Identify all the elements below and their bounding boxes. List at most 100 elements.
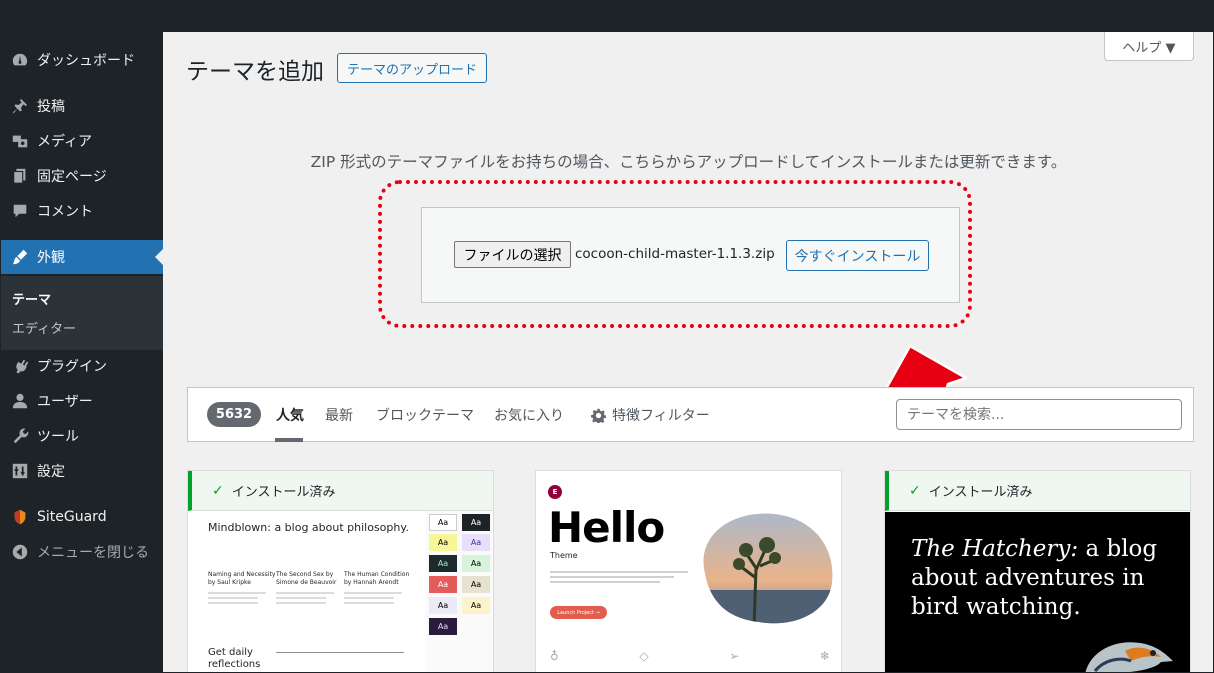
theme-preview-title: The Hatchery: a blog about adventures in… (911, 535, 1181, 621)
preview-footer-line: reflections (208, 659, 261, 670)
preview-column: The Human Condition by Hannah Arendt (344, 571, 409, 604)
installed-notice: ✓ インストール済み (885, 471, 1190, 511)
preview-feature-icons: ♁ ◇ ➢ ❄ (550, 649, 830, 663)
sidebar-item-label: 設定 (37, 464, 65, 480)
feature-filter-button[interactable]: 特徴フィルター (591, 405, 710, 425)
sidebar-item-comments[interactable]: コメント (0, 194, 163, 228)
upload-help-text: ZIP 形式のテーマファイルをお持ちの場合、こちらからアップロードしてインストー… (310, 153, 1067, 171)
settings-icon (10, 461, 30, 481)
sidebar-item-users[interactable]: ユーザー (0, 384, 163, 418)
plugin-icon (10, 356, 30, 376)
collapse-menu-button[interactable]: メニューを閉じる (0, 535, 163, 569)
siteguard-icon (10, 507, 30, 527)
sidebar-item-label: ツール (37, 429, 79, 445)
gear-icon (591, 408, 606, 423)
sidebar-item-label: SiteGuard (37, 509, 107, 525)
preview-landscape-image (703, 513, 833, 624)
preview-column: Naming and Necessity by Saul Kripke (208, 571, 275, 604)
theme-count-badge: 5632 (207, 402, 261, 427)
sidebar-item-label: ユーザー (37, 394, 93, 410)
pin-icon (10, 96, 30, 116)
check-icon: ✓ (909, 482, 921, 499)
sidebar-item-posts[interactable]: 投稿 (0, 89, 163, 123)
sidebar-item-label: メニューを閉じる (37, 545, 149, 561)
theme-card[interactable]: E Hello Theme Launch Project → ♁ ◇ ➢ ❄ (535, 470, 842, 673)
check-icon: ✓ (212, 482, 224, 499)
comment-icon (10, 201, 30, 221)
style-swatch: Aa (462, 597, 490, 614)
annotation-dotted-outline (378, 180, 972, 328)
preview-column-line: The Second Sex by (276, 571, 334, 578)
style-swatch: Aa (462, 534, 490, 551)
sidebar-item-pages[interactable]: 固定ページ (0, 159, 163, 193)
preview-column-line: Naming and Necessity (208, 571, 276, 578)
preview-column-line: by Saul Kripke (208, 578, 251, 586)
user-icon (10, 391, 30, 411)
theme-card[interactable]: ✓ インストール済み The Hatchery: a blog about ad… (884, 470, 1191, 673)
tab-block-themes[interactable]: ブロックテーマ (376, 405, 474, 425)
submenu-item-editor[interactable]: エディター (12, 318, 76, 337)
preview-footer-line: Get daily (208, 647, 253, 658)
installed-label: インストール済み (928, 485, 1033, 500)
sidebar-item-label: 外観 (37, 250, 65, 266)
brush-icon (10, 247, 30, 267)
sidebar-item-label: メディア (37, 134, 93, 150)
feature-filter-label: 特徴フィルター (612, 408, 710, 424)
theme-search-input[interactable] (896, 399, 1182, 430)
wrench-icon (10, 426, 30, 446)
sidebar-item-appearance[interactable]: 外観 (0, 240, 163, 274)
preview-launch-button: Launch Project → (550, 606, 607, 619)
upload-theme-button[interactable]: テーマのアップロード (337, 53, 488, 83)
sidebar-item-plugins[interactable]: プラグイン (0, 349, 163, 383)
installed-notice: ✓ インストール済み (188, 471, 493, 511)
appearance-submenu: テーマ エディター (0, 276, 163, 350)
tab-latest[interactable]: 最新 (325, 405, 353, 425)
sidebar-item-label: ダッシュボード (37, 53, 135, 69)
preview-column-line: by Hannah Arendt (344, 578, 399, 586)
theme-preview-title: Mindblown: a blog about philosophy. (208, 521, 409, 534)
theme-logo: E (548, 485, 562, 499)
style-swatch: Aa (429, 555, 457, 572)
sidebar-item-label: コメント (37, 204, 93, 220)
sidebar-item-media[interactable]: メディア (0, 124, 163, 158)
style-swatch: Aa (462, 514, 490, 531)
help-button[interactable]: ヘルプ ▼ (1104, 32, 1194, 61)
sidebar-item-label: 固定ページ (37, 169, 107, 185)
dashboard-icon (10, 50, 30, 70)
preview-column-line: Simone de Beauvoir (276, 578, 337, 586)
title-italic: The Hatchery: (911, 536, 1079, 562)
preview-column-line: The Human Condition (344, 571, 410, 578)
preview-text-lines (550, 571, 688, 586)
preview-column: The Second Sex by Simone de Beauvoir (276, 571, 336, 604)
installed-label: インストール済み (231, 485, 336, 500)
preview-footer: Get daily reflections (208, 647, 260, 671)
sidebar-item-label: 投稿 (37, 99, 65, 115)
style-swatch: Aa (429, 597, 457, 614)
tab-favorites[interactable]: お気に入り (494, 405, 564, 425)
theme-preview-title: Hello (548, 503, 665, 552)
admin-bar (0, 0, 1214, 32)
bulb-icon: ♁ (550, 649, 559, 663)
snowflake-icon: ❄ (819, 649, 830, 663)
sidebar-item-label: プラグイン (37, 359, 107, 375)
style-swatch: Aa (429, 534, 457, 551)
send-icon: ➢ (729, 649, 740, 663)
collapse-icon (10, 542, 30, 562)
sidebar-item-siteguard[interactable]: SiteGuard (0, 500, 163, 534)
theme-card[interactable]: ✓ インストール済み Mindblown: a blog about philo… (187, 470, 494, 673)
style-swatch: Aa (462, 576, 490, 593)
style-variation-palette: Aa Aa Aa Aa Aa Aa Aa Aa Aa Aa Aa (426, 511, 493, 672)
theme-preview-subtitle: Theme (550, 551, 578, 560)
tab-popular[interactable]: 人気 (276, 405, 304, 425)
style-swatch: Aa (429, 618, 457, 635)
submenu-item-themes[interactable]: テーマ (12, 289, 51, 308)
sidebar-item-dashboard[interactable]: ダッシュボード (0, 43, 163, 77)
sidebar-item-settings[interactable]: 設定 (0, 454, 163, 488)
preview-divider (276, 652, 404, 653)
style-swatch: Aa (429, 514, 457, 531)
media-icon (10, 131, 30, 151)
admin-sidebar: ダッシュボード 投稿 メディア 固定ページ コメント 外観 プラグイン ユーザー… (0, 32, 163, 673)
sidebar-item-tools[interactable]: ツール (0, 419, 163, 453)
page-icon (10, 166, 30, 186)
bird-illustration (1085, 642, 1173, 672)
